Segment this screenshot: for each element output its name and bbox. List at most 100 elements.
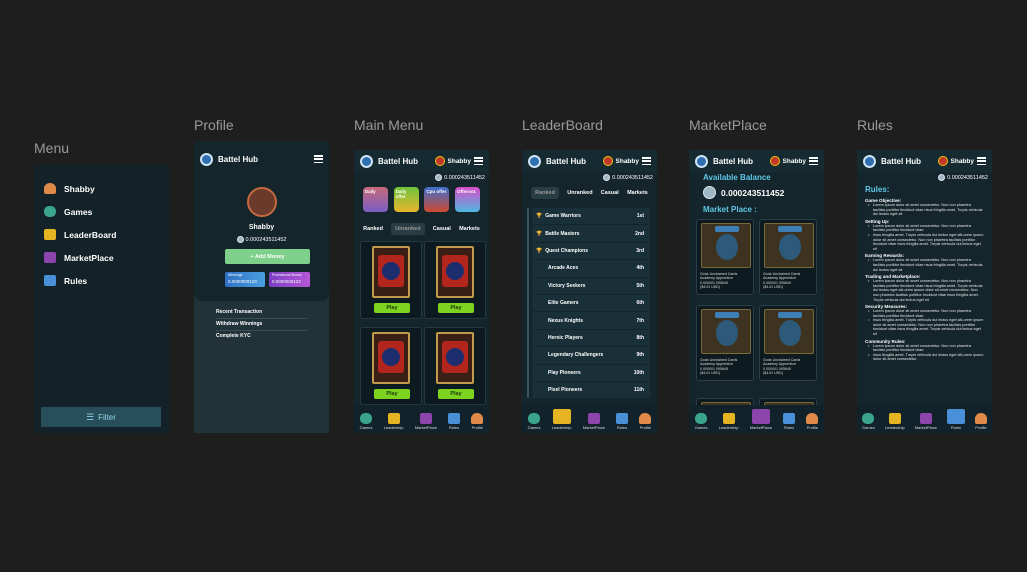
nav-rules[interactable]: Rules <box>946 409 965 430</box>
menu-item-profile[interactable]: Shabby <box>34 177 169 200</box>
tab-casual[interactable]: Casual <box>433 226 451 232</box>
document-icon <box>616 413 629 424</box>
nav-leadership[interactable]: Leadership <box>384 413 404 430</box>
menu-item-games[interactable]: Games <box>34 200 169 223</box>
nav-rules[interactable]: Rules <box>783 413 796 430</box>
recent-transaction-link[interactable]: Recent Transaction <box>216 309 307 319</box>
rank: 7th <box>636 317 645 324</box>
balance-row: 0.000243511452 <box>354 172 489 183</box>
filter-button[interactable]: ☰ Filter <box>41 407 161 427</box>
market-card[interactable]: Gods Unchained Cards Academy Apprentice 0.… <box>696 305 754 381</box>
play-button[interactable]: Play <box>438 389 474 399</box>
bonus-stat: Promotional Bonus 0.0000000123 <box>269 272 310 287</box>
leaderboard-row[interactable]: Pixel Pioneers 11th <box>532 381 650 400</box>
user-chip[interactable]: Shabby <box>602 156 639 166</box>
nav-marketplace[interactable]: MarketPlace <box>915 413 937 430</box>
rank: 11th <box>633 387 644 394</box>
nav-profile[interactable]: Profile <box>639 413 652 430</box>
leaderboard-row[interactable]: 🏆 Battle Masters 2nd <box>532 225 650 243</box>
leaderboard-row[interactable]: Elite Gamers 6th <box>532 294 650 313</box>
play-button[interactable]: Play <box>374 303 410 313</box>
scrollbar[interactable] <box>527 208 529 398</box>
game-card[interactable]: Play <box>360 241 422 319</box>
rank: 1st <box>636 213 644 220</box>
tab-ranked[interactable]: Ranked <box>363 226 383 232</box>
nav-marketplace[interactable]: MarketPlace <box>750 409 772 430</box>
leaderboard-row[interactable]: Nexus Knights 7th <box>532 312 650 330</box>
game-card[interactable]: Play <box>360 327 422 405</box>
coin-icon <box>938 174 946 181</box>
nav-label: Leadership <box>884 425 905 430</box>
withdraw-winnings-link[interactable]: Withdraw Winnings <box>216 321 307 331</box>
app-title: Battel Hub <box>378 156 418 166</box>
offer-daily[interactable]: Daily <box>362 187 388 212</box>
leaderboard-tabs: Ranked Unranked Casual Markets <box>527 186 652 200</box>
user-chip[interactable]: Shabby <box>769 156 806 166</box>
leaderboard-row[interactable]: 🏆 Game Warriors 1st <box>532 208 650 226</box>
tab-markets[interactable]: Markets <box>459 226 480 232</box>
game-card[interactable]: Play <box>424 327 486 405</box>
leaderboard-row[interactable]: Play Pioneers 10th <box>532 364 650 382</box>
nav-games[interactable]: Games <box>862 413 875 430</box>
user-chip[interactable]: Shabby <box>937 156 974 166</box>
offer-daily-offer[interactable]: Daily offer <box>393 187 419 212</box>
offer-offeroo1[interactable]: Offeroo1 <box>455 187 481 212</box>
menu-item-leaderboard[interactable]: LeaderBoard <box>34 223 169 246</box>
profile-name: Shabby <box>248 224 275 231</box>
leaderboard-row[interactable]: Legendary Challengers 9th <box>532 347 650 365</box>
hamburger-menu-icon[interactable] <box>314 155 323 163</box>
nav-games[interactable]: Games <box>695 413 708 430</box>
nav-profile[interactable]: Profile <box>974 413 987 430</box>
app-logo <box>528 154 541 168</box>
rules-screen: Battel Hub Shabby 0.000243511452 Rules: … <box>857 150 992 433</box>
leaderboard-row[interactable]: Arcade Aces 4th <box>532 260 650 278</box>
avatar <box>434 156 445 166</box>
market-card[interactable]: Gods Unchained Cards Academy Apprentice 0.… <box>696 219 754 295</box>
leaderboard-screen: Battel Hub Shabby 0.000243511452 Ranked … <box>522 150 657 433</box>
user-chip[interactable]: Shabby <box>434 156 471 166</box>
user-name: Shabby <box>447 157 471 165</box>
nav-rules[interactable]: Rules <box>448 413 461 430</box>
nav-games[interactable]: Games <box>528 413 541 430</box>
leaderboard-row[interactable]: Victory Seekers 5th <box>532 277 650 295</box>
tab-unranked[interactable]: Unranked <box>567 190 592 196</box>
menu-item-rules[interactable]: Rules <box>34 269 169 292</box>
hamburger-menu-icon[interactable] <box>474 157 483 165</box>
nav-profile[interactable]: Profile <box>806 413 819 430</box>
menu-item-label: Rules <box>64 275 88 286</box>
game-card[interactable]: Play <box>424 241 486 319</box>
rules-item: Lorem ipsum dolor sit amet consectetur. … <box>865 203 984 217</box>
tab-ranked[interactable]: Ranked <box>531 187 559 199</box>
tab-unranked[interactable]: Unranked <box>391 223 425 235</box>
nav-profile[interactable]: Profile <box>471 413 484 430</box>
offer-label: Daily offer <box>395 189 407 199</box>
tab-markets[interactable]: Markets <box>627 190 648 196</box>
bottom-nav: Games Leadership MarketPlace Rules Profi… <box>354 405 489 433</box>
menu-item-marketplace[interactable]: MarketPlace <box>34 246 169 269</box>
hamburger-menu-icon[interactable] <box>642 157 651 165</box>
offer-cpu[interactable]: Cpu offer <box>424 187 450 212</box>
hamburger-menu-icon[interactable] <box>809 157 818 165</box>
leaderboard-row[interactable]: Heroic Players 8th <box>532 329 650 348</box>
leaderboard-row[interactable]: 🏆 Quest Champions 3rd <box>532 242 650 261</box>
complete-kyc-link[interactable]: Complete KYC <box>216 333 307 343</box>
hamburger-menu-icon[interactable] <box>977 157 986 165</box>
card-image <box>436 246 474 298</box>
nav-marketplace[interactable]: MarketPlace <box>415 413 437 430</box>
tab-casual[interactable]: Casual <box>601 190 619 196</box>
nav-games[interactable]: Games <box>360 413 373 430</box>
nav-leadership[interactable]: Leadership <box>885 413 905 430</box>
frame-title-leaderboard: LeaderBoard <box>522 117 603 133</box>
bottom-nav: Games Leadership MarketPlace Rules Profi… <box>689 405 824 433</box>
add-money-button[interactable]: + Add Money <box>225 249 310 264</box>
nav-rules[interactable]: Rules <box>616 413 629 430</box>
nav-leadership[interactable]: Leadership <box>552 409 572 430</box>
market-card[interactable]: Gods Unchained Cards Academy Apprentice 0.… <box>759 305 817 381</box>
avatar <box>602 156 613 166</box>
play-button[interactable]: Play <box>374 389 410 399</box>
market-card[interactable]: Gods Unchained Cards Academy Apprentice 0.… <box>759 219 817 295</box>
nav-leadership[interactable]: Leadership <box>719 413 739 430</box>
rank: 2nd <box>635 230 644 237</box>
play-button[interactable]: Play <box>438 303 474 313</box>
nav-marketplace[interactable]: MarketPlace <box>583 413 605 430</box>
